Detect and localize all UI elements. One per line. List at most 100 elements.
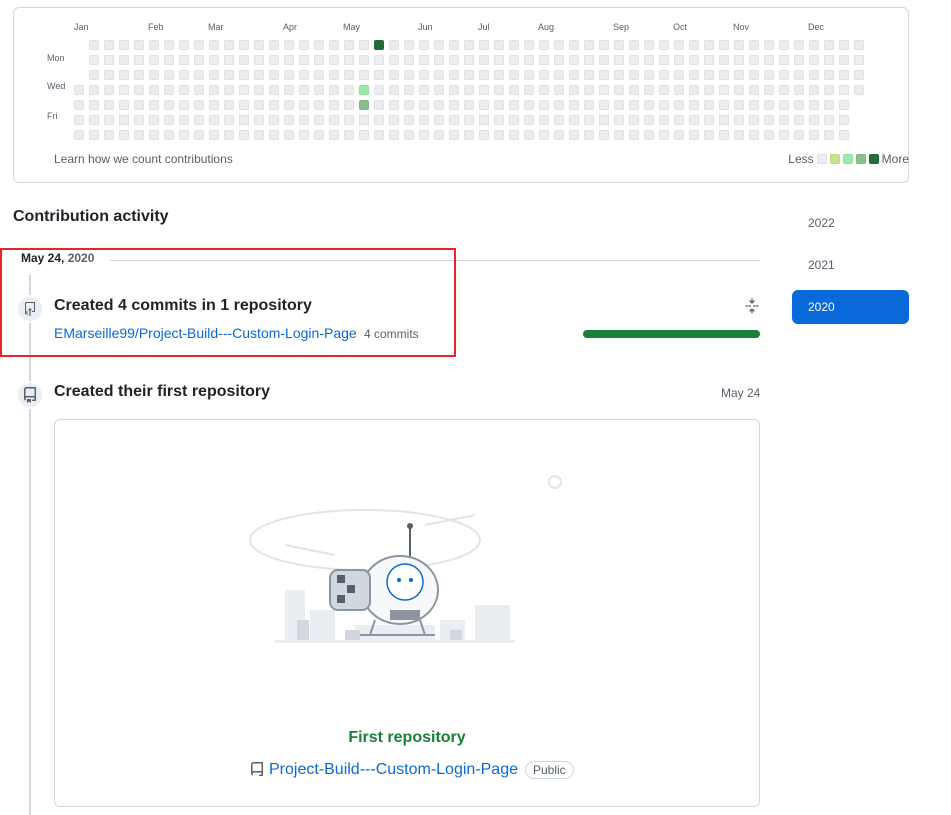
- contribution-day-cell[interactable]: [854, 40, 864, 50]
- contribution-day-cell[interactable]: [839, 115, 849, 125]
- contribution-day-cell[interactable]: [539, 40, 549, 50]
- contribution-day-cell[interactable]: [494, 55, 504, 65]
- contribution-day-cell[interactable]: [749, 100, 759, 110]
- contribution-day-cell[interactable]: [719, 115, 729, 125]
- contribution-day-cell[interactable]: [584, 55, 594, 65]
- contribution-day-cell[interactable]: [314, 55, 324, 65]
- contribution-day-cell[interactable]: [89, 130, 99, 140]
- contribution-day-cell[interactable]: [419, 115, 429, 125]
- contribution-day-cell[interactable]: [209, 85, 219, 95]
- contribution-day-cell[interactable]: [224, 70, 234, 80]
- contribution-day-cell[interactable]: [764, 130, 774, 140]
- contribution-day-cell[interactable]: [734, 115, 744, 125]
- contribution-day-cell[interactable]: [299, 40, 309, 50]
- contribution-day-cell[interactable]: [794, 85, 804, 95]
- contribution-day-cell[interactable]: [689, 100, 699, 110]
- contribution-day-cell[interactable]: [239, 40, 249, 50]
- contribution-day-cell[interactable]: [629, 100, 639, 110]
- contribution-day-cell[interactable]: [614, 55, 624, 65]
- contribution-day-cell[interactable]: [104, 130, 114, 140]
- contribution-day-cell[interactable]: [584, 85, 594, 95]
- contribution-day-cell[interactable]: [194, 70, 204, 80]
- contribution-day-cell[interactable]: [779, 70, 789, 80]
- contribution-day-cell[interactable]: [164, 115, 174, 125]
- contribution-day-cell[interactable]: [659, 70, 669, 80]
- contribution-day-cell[interactable]: [704, 40, 714, 50]
- contribution-day-cell[interactable]: [539, 100, 549, 110]
- contribution-day-cell[interactable]: [434, 70, 444, 80]
- contribution-day-cell[interactable]: [149, 115, 159, 125]
- contribution-day-cell[interactable]: [794, 130, 804, 140]
- contribution-day-cell[interactable]: [854, 55, 864, 65]
- contribution-day-cell[interactable]: [554, 70, 564, 80]
- contribution-day-cell[interactable]: [224, 55, 234, 65]
- contribution-day-cell[interactable]: [194, 130, 204, 140]
- contribution-day-cell[interactable]: [209, 115, 219, 125]
- contribution-day-cell[interactable]: [149, 130, 159, 140]
- contribution-day-cell[interactable]: [749, 55, 759, 65]
- contribution-day-cell[interactable]: [164, 100, 174, 110]
- contribution-day-cell[interactable]: [119, 100, 129, 110]
- contribution-day-cell[interactable]: [824, 85, 834, 95]
- contribution-day-cell[interactable]: [269, 40, 279, 50]
- contribution-day-cell[interactable]: [239, 100, 249, 110]
- contribution-day-cell[interactable]: [644, 100, 654, 110]
- contribution-day-cell[interactable]: [599, 55, 609, 65]
- contribution-day-cell[interactable]: [119, 85, 129, 95]
- contribution-day-cell[interactable]: [194, 40, 204, 50]
- contribution-day-cell[interactable]: [359, 130, 369, 140]
- contribution-day-cell[interactable]: [254, 115, 264, 125]
- contribution-day-cell[interactable]: [584, 100, 594, 110]
- contribution-day-cell[interactable]: [419, 70, 429, 80]
- contribution-day-cell[interactable]: [449, 130, 459, 140]
- contribution-day-cell[interactable]: [749, 85, 759, 95]
- contribution-day-cell[interactable]: [299, 85, 309, 95]
- contribution-day-cell[interactable]: [134, 100, 144, 110]
- contribution-day-cell[interactable]: [434, 85, 444, 95]
- contribution-day-cell[interactable]: [224, 130, 234, 140]
- contribution-day-cell[interactable]: [449, 100, 459, 110]
- contribution-day-cell[interactable]: [629, 115, 639, 125]
- contribution-day-cell[interactable]: [389, 100, 399, 110]
- contribution-day-cell[interactable]: [284, 55, 294, 65]
- contribution-day-cell[interactable]: [104, 40, 114, 50]
- contribution-day-cell[interactable]: [389, 55, 399, 65]
- contribution-day-cell[interactable]: [749, 40, 759, 50]
- contribution-day-cell[interactable]: [224, 40, 234, 50]
- contribution-day-cell[interactable]: [179, 70, 189, 80]
- contribution-day-cell[interactable]: [374, 40, 384, 50]
- contribution-day-cell[interactable]: [674, 100, 684, 110]
- contribution-day-cell[interactable]: [434, 40, 444, 50]
- contribution-day-cell[interactable]: [824, 115, 834, 125]
- contribution-day-cell[interactable]: [509, 85, 519, 95]
- contribution-day-cell[interactable]: [89, 115, 99, 125]
- contribution-day-cell[interactable]: [89, 40, 99, 50]
- contribution-day-cell[interactable]: [809, 55, 819, 65]
- contribution-day-cell[interactable]: [479, 85, 489, 95]
- contribution-day-cell[interactable]: [464, 100, 474, 110]
- contribution-day-cell[interactable]: [734, 55, 744, 65]
- contribution-day-cell[interactable]: [599, 130, 609, 140]
- contribution-day-cell[interactable]: [689, 40, 699, 50]
- contribution-day-cell[interactable]: [779, 55, 789, 65]
- contribution-day-cell[interactable]: [794, 40, 804, 50]
- contribution-day-cell[interactable]: [119, 130, 129, 140]
- contribution-day-cell[interactable]: [374, 55, 384, 65]
- contribution-day-cell[interactable]: [779, 40, 789, 50]
- contribution-day-cell[interactable]: [794, 55, 804, 65]
- contribution-day-cell[interactable]: [464, 55, 474, 65]
- contribution-day-cell[interactable]: [809, 100, 819, 110]
- contribution-day-cell[interactable]: [239, 70, 249, 80]
- contribution-day-cell[interactable]: [479, 100, 489, 110]
- contribution-day-cell[interactable]: [284, 40, 294, 50]
- contribution-day-cell[interactable]: [809, 70, 819, 80]
- contribution-day-cell[interactable]: [299, 55, 309, 65]
- contribution-day-cell[interactable]: [539, 55, 549, 65]
- contribution-day-cell[interactable]: [164, 55, 174, 65]
- contribution-day-cell[interactable]: [509, 115, 519, 125]
- contribution-day-cell[interactable]: [644, 55, 654, 65]
- contribution-day-cell[interactable]: [719, 85, 729, 95]
- collapse-icon[interactable]: [744, 298, 760, 314]
- contribution-day-cell[interactable]: [179, 40, 189, 50]
- contribution-day-cell[interactable]: [734, 70, 744, 80]
